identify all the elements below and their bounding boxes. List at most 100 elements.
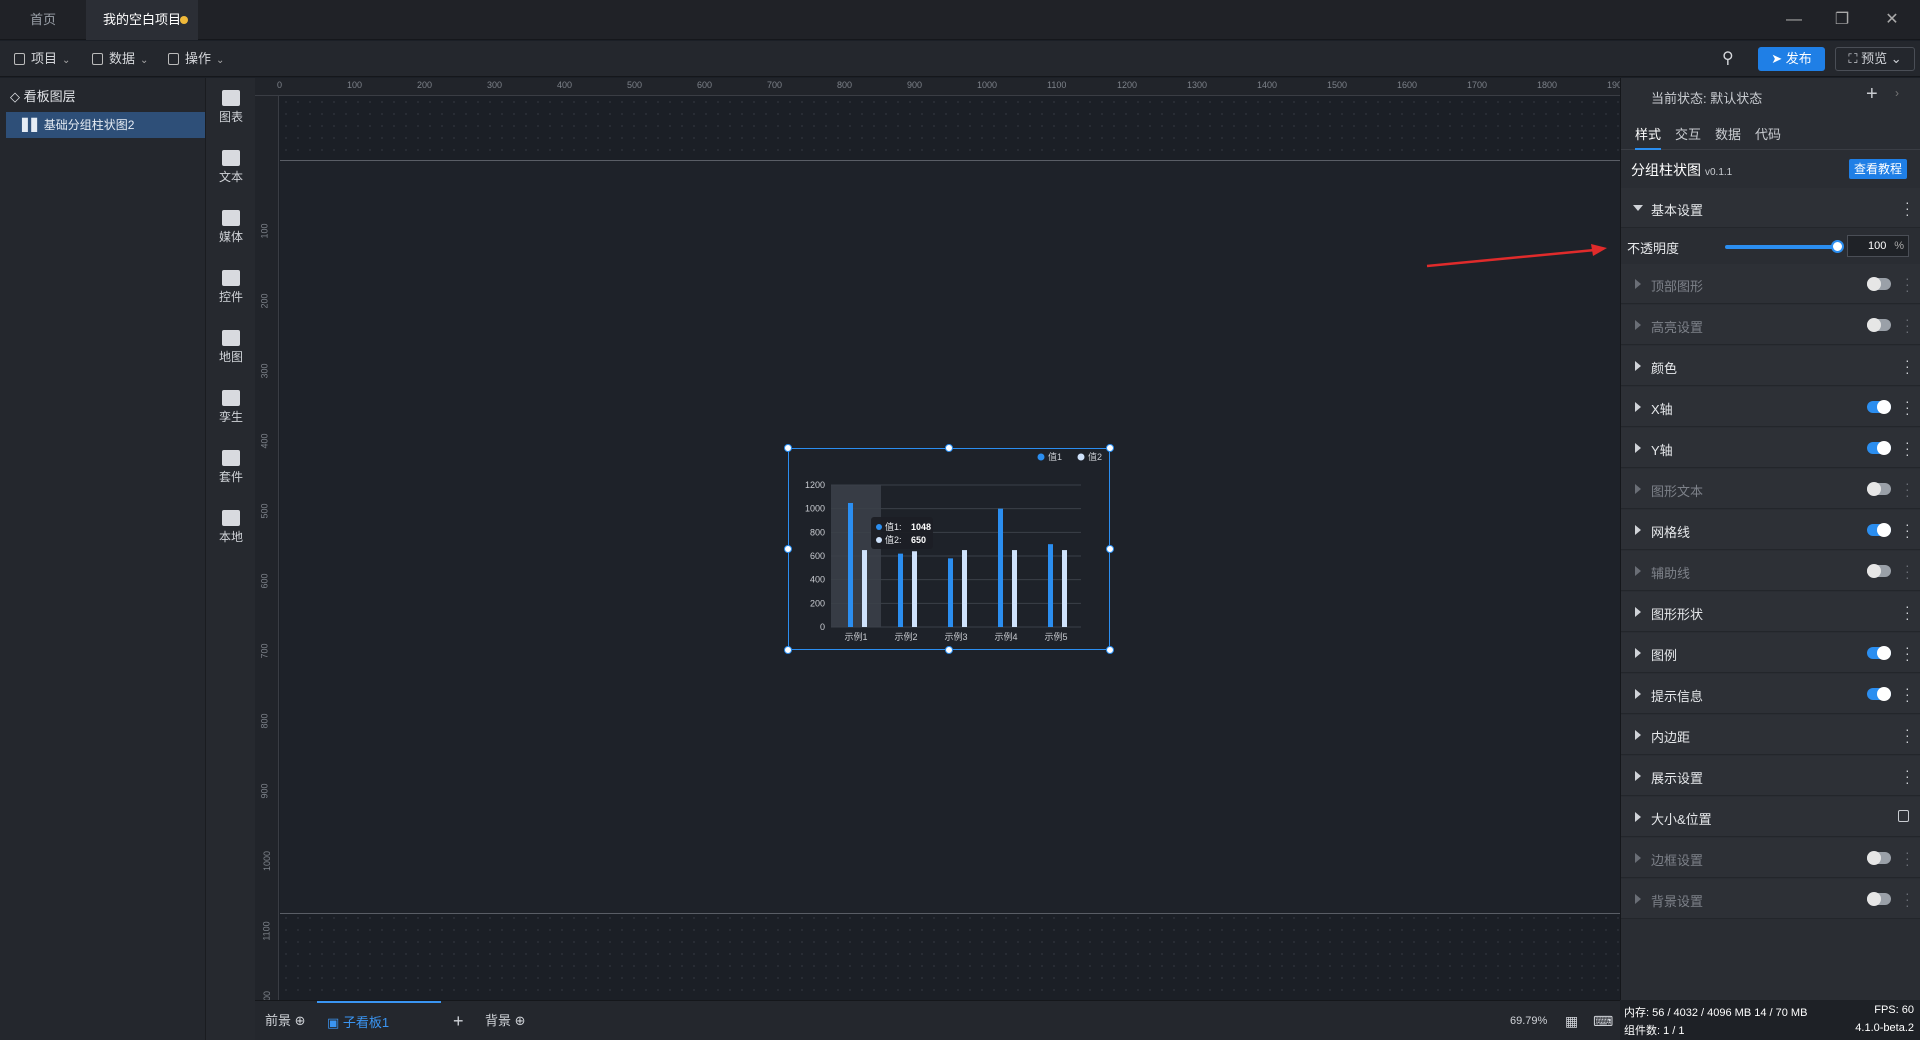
tool-map[interactable]: 地图: [206, 330, 256, 365]
bar-chart-icon: ▋▋: [22, 118, 44, 132]
toggle-switch[interactable]: [1867, 400, 1891, 414]
section-item[interactable]: 顶部图形 · · ·: [1621, 264, 1920, 304]
resize-handle[interactable]: [784, 646, 792, 654]
toggle-switch[interactable]: [1867, 441, 1891, 455]
section-item[interactable]: X轴 · · ·: [1621, 387, 1920, 427]
preview-button[interactable]: ⛶ 预览 ⌄: [1835, 47, 1915, 71]
chevron-right-icon[interactable]: ›: [1895, 86, 1899, 100]
tool-local[interactable]: 本地: [206, 510, 256, 545]
chart-widget[interactable]: 0 200 400 600 800 1000 1200 示例1 示例2 示例3 示例4 示例5 值1 值2…: [788, 448, 1110, 650]
opacity-slider-knob[interactable]: [1831, 240, 1844, 253]
toggle-switch[interactable]: [1867, 523, 1891, 537]
publish-button[interactable]: ➤ 发布: [1758, 47, 1825, 71]
minimize-icon[interactable]: —: [1782, 8, 1806, 32]
more-icon[interactable]: · · ·: [1905, 599, 1910, 625]
ruler-top[interactable]: 0 100 200 300 400 500 600 700 800 900 1000 1100 1200…: [255, 78, 1627, 96]
bar: [1048, 544, 1053, 627]
ruler-tick-label: 1000: [977, 80, 998, 90]
more-icon[interactable]: · · ·: [1905, 640, 1910, 666]
toggle-switch[interactable]: [1867, 851, 1891, 865]
section-item[interactable]: Y轴 · · ·: [1621, 428, 1920, 468]
more-icon[interactable]: · · ·: [1905, 394, 1910, 420]
tab-interaction[interactable]: 交互: [1675, 120, 1701, 150]
opacity-input[interactable]: 100%: [1847, 235, 1909, 257]
toggle-switch[interactable]: [1867, 482, 1891, 496]
fit-screen-icon[interactable]: ▦: [1565, 1001, 1578, 1040]
resize-handle[interactable]: [1106, 545, 1114, 553]
close-icon[interactable]: ✕: [1880, 8, 1904, 32]
add-state-icon[interactable]: +: [1866, 83, 1878, 106]
tab-data[interactable]: 数据: [1715, 120, 1741, 150]
section-item[interactable]: 辅助线 · · ·: [1621, 551, 1920, 591]
toggle-switch[interactable]: [1867, 687, 1891, 701]
resize-handle[interactable]: [1106, 646, 1114, 654]
section-item[interactable]: 颜色 · · ·: [1621, 346, 1920, 386]
tutorial-button[interactable]: 查看教程: [1849, 159, 1907, 179]
resize-handle[interactable]: [1106, 444, 1114, 452]
menu-project[interactable]: 项目 ⌄: [14, 41, 70, 77]
add-circle-icon[interactable]: ⊕: [515, 1013, 526, 1028]
foreground-tab[interactable]: 前景 ⊕: [265, 1001, 306, 1040]
more-icon[interactable]: · · ·: [1905, 722, 1910, 748]
more-icon[interactable]: · · ·: [1905, 517, 1910, 543]
more-icon[interactable]: · · ·: [1905, 195, 1910, 221]
state-indicator[interactable]: 当前状态: 默认状态: [1651, 88, 1762, 107]
tab-code[interactable]: 代码: [1755, 120, 1781, 150]
bar-chart[interactable]: 0 200 400 600 800 1000 1200 示例1 示例2 示例3 示例4 示例5 值1 值2…: [789, 449, 1111, 651]
toggle-switch[interactable]: [1867, 646, 1891, 660]
menu-data[interactable]: 数据 ⌄: [92, 41, 148, 77]
toggle-switch[interactable]: [1867, 892, 1891, 906]
tab-style[interactable]: 样式: [1635, 120, 1662, 150]
add-circle-icon[interactable]: ⊕: [295, 1013, 306, 1028]
keyboard-icon[interactable]: ⌨: [1593, 1001, 1613, 1040]
section-item[interactable]: 内边距 · · ·: [1621, 715, 1920, 755]
layer-item[interactable]: ▋▋ 基础分组柱状图2: [6, 112, 205, 138]
tool-media[interactable]: 媒体: [206, 210, 256, 245]
more-icon[interactable]: · · ·: [1905, 845, 1910, 871]
more-icon[interactable]: · · ·: [1905, 558, 1910, 584]
resize-handle[interactable]: [784, 444, 792, 452]
toggle-switch[interactable]: [1867, 318, 1891, 332]
tab-home[interactable]: 首页: [0, 0, 86, 40]
tool-chart[interactable]: 图表: [206, 90, 256, 125]
tool-kit[interactable]: 套件: [206, 450, 256, 485]
search-icon[interactable]: ⚲: [1722, 41, 1734, 77]
lock-icon[interactable]: [1898, 810, 1909, 822]
resize-handle[interactable]: [945, 646, 953, 654]
section-item[interactable]: 网格线 · · ·: [1621, 510, 1920, 550]
more-icon[interactable]: · · ·: [1905, 435, 1910, 461]
more-icon[interactable]: · · ·: [1905, 312, 1910, 338]
subboard-tab[interactable]: ▣ 子看板1: [317, 1001, 441, 1040]
section-basic-settings[interactable]: 基本设置 · · ·: [1621, 188, 1920, 228]
toggle-switch[interactable]: [1867, 564, 1891, 578]
more-icon[interactable]: · · ·: [1905, 886, 1910, 912]
add-board-icon[interactable]: +: [453, 1001, 464, 1040]
more-icon[interactable]: · · ·: [1905, 353, 1910, 379]
tool-text[interactable]: 文本: [206, 150, 256, 185]
tool-twin[interactable]: 孪生: [206, 390, 256, 425]
more-icon[interactable]: · · ·: [1905, 681, 1910, 707]
opacity-slider[interactable]: [1725, 245, 1837, 249]
resize-handle[interactable]: [945, 444, 953, 452]
resize-handle[interactable]: [784, 545, 792, 553]
section-item[interactable]: 边框设置 · · ·: [1621, 838, 1920, 878]
menu-operation[interactable]: 操作 ⌄: [168, 41, 224, 77]
section-label: 提示信息: [1651, 689, 1704, 704]
tab-project[interactable]: 我的空白项目: [86, 0, 198, 40]
section-item[interactable]: 提示信息 · · ·: [1621, 674, 1920, 714]
background-tab[interactable]: 背景 ⊕: [485, 1001, 526, 1040]
more-icon[interactable]: · · ·: [1905, 763, 1910, 789]
toggle-switch[interactable]: [1867, 277, 1891, 291]
restore-icon[interactable]: ❐: [1830, 8, 1854, 32]
section-item[interactable]: 图形文本 · · ·: [1621, 469, 1920, 509]
section-item[interactable]: 图形形状 · · ·: [1621, 592, 1920, 632]
more-icon[interactable]: · · ·: [1905, 271, 1910, 297]
section-item[interactable]: 背景设置 · · ·: [1621, 879, 1920, 919]
section-item[interactable]: 展示设置 · · ·: [1621, 756, 1920, 796]
more-icon[interactable]: · · ·: [1905, 476, 1910, 502]
ruler-left[interactable]: 100200300400500600700800900100011001200: [255, 96, 279, 1011]
section-item[interactable]: 图例 · · ·: [1621, 633, 1920, 673]
section-item[interactable]: 大小&位置: [1621, 797, 1920, 837]
tool-control[interactable]: 控件: [206, 270, 256, 305]
section-item[interactable]: 高亮设置 · · ·: [1621, 305, 1920, 345]
